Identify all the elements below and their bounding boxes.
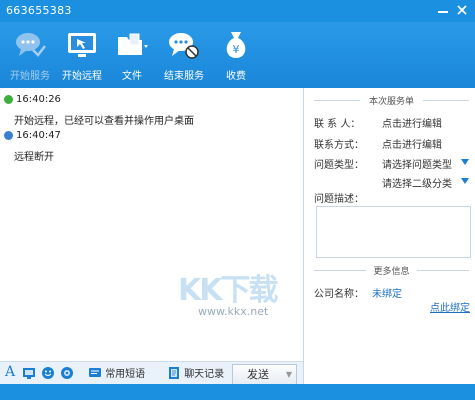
message-header: 16:40:47 xyxy=(4,130,61,141)
end-service-label: 结束服务 xyxy=(164,71,204,82)
company-name-value: 未绑定 xyxy=(372,289,402,300)
chat-history-button[interactable]: 聊天记录 xyxy=(167,366,224,382)
start-remote-button[interactable]: 开始远程 xyxy=(56,26,108,86)
main-toolbar: 开始服务 开始远程 文件 结束服务 ¥ 收费 xyxy=(0,22,475,88)
message-time: 16:40:26 xyxy=(16,94,61,105)
issue-description-label: 问题描述： xyxy=(314,194,364,205)
online-status-icon xyxy=(4,95,13,104)
watermark-logo: KK下载 xyxy=(178,273,278,308)
contact-method-label: 联系方式： xyxy=(314,140,364,151)
title-bar: 663655383 xyxy=(0,0,475,22)
issue-type-label: 问题类型： xyxy=(314,160,364,171)
window-title: 663655383 xyxy=(6,4,72,17)
charge-label: 收费 xyxy=(226,71,246,82)
issue-description-input[interactable] xyxy=(316,206,471,258)
history-label: 聊天记录 xyxy=(184,369,225,380)
start-service-button[interactable]: 开始服务 xyxy=(4,26,56,86)
font-button[interactable]: A xyxy=(5,364,15,380)
file-label: 文件 xyxy=(122,71,142,82)
issue-subtype-select[interactable]: 请选择二级分类 xyxy=(382,175,452,190)
chat-bubble-icon xyxy=(16,33,46,57)
company-name-label: 公司名称： xyxy=(314,289,364,300)
svg-text:¥: ¥ xyxy=(233,43,240,56)
phrases-button[interactable]: 常用短语 xyxy=(88,366,145,382)
contact-label: 联 系 人： xyxy=(314,119,361,130)
chevron-down-icon[interactable] xyxy=(461,178,469,184)
shake-icon[interactable] xyxy=(60,366,74,382)
phrases-label: 常用短语 xyxy=(105,369,146,380)
service-form-title: 本次服务单 xyxy=(314,94,469,107)
message-time: 16:40:47 xyxy=(16,130,61,141)
message-text: 开始远程，已经可以查看并操作用户桌面 xyxy=(14,116,194,127)
end-service-icon xyxy=(169,33,199,59)
contact-method-field[interactable]: 点击进行编辑 xyxy=(382,136,442,151)
emoji-icon[interactable] xyxy=(41,366,55,382)
send-button[interactable]: 发送 xyxy=(232,364,284,385)
contact-field[interactable]: 点击进行编辑 xyxy=(382,115,442,130)
minimize-icon[interactable] xyxy=(435,2,451,18)
more-info-title: 更多信息 xyxy=(314,264,469,277)
watermark-url: www.kkx.net xyxy=(198,305,269,318)
history-icon xyxy=(169,367,179,379)
message-header: 16:40:26 xyxy=(4,94,61,105)
close-icon[interactable] xyxy=(454,2,470,18)
start-remote-label: 开始远程 xyxy=(62,71,102,82)
phrases-icon xyxy=(89,368,101,377)
chat-panel: 16:40:26 开始远程，已经可以查看并操作用户桌面 16:40:47 远程断… xyxy=(0,88,303,387)
charge-button[interactable]: ¥ 收费 xyxy=(210,26,262,86)
remote-screen-icon xyxy=(68,33,96,57)
service-form-panel: 本次服务单 联 系 人： 点击进行编辑 联系方式： 点击进行编辑 问题类型： 请… xyxy=(304,88,475,384)
send-options-dropdown[interactable]: ▼ xyxy=(282,364,297,385)
chevron-down-icon[interactable] xyxy=(461,159,469,165)
screenshot-icon[interactable] xyxy=(22,366,36,382)
message-text: 远程断开 xyxy=(14,152,54,163)
folder-icon xyxy=(118,33,148,55)
bind-company-link[interactable]: 点此绑定 xyxy=(430,299,470,314)
watermark: KK下载 www.kkx.net xyxy=(160,263,290,323)
info-status-icon xyxy=(4,131,13,140)
end-service-button[interactable]: 结束服务 xyxy=(158,26,210,86)
money-bag-icon: ¥ xyxy=(226,32,246,58)
status-bar xyxy=(0,384,475,400)
issue-type-select[interactable]: 请选择问题类型 xyxy=(382,156,452,171)
file-button[interactable]: 文件 xyxy=(106,26,158,86)
start-service-label: 开始服务 xyxy=(10,71,50,82)
